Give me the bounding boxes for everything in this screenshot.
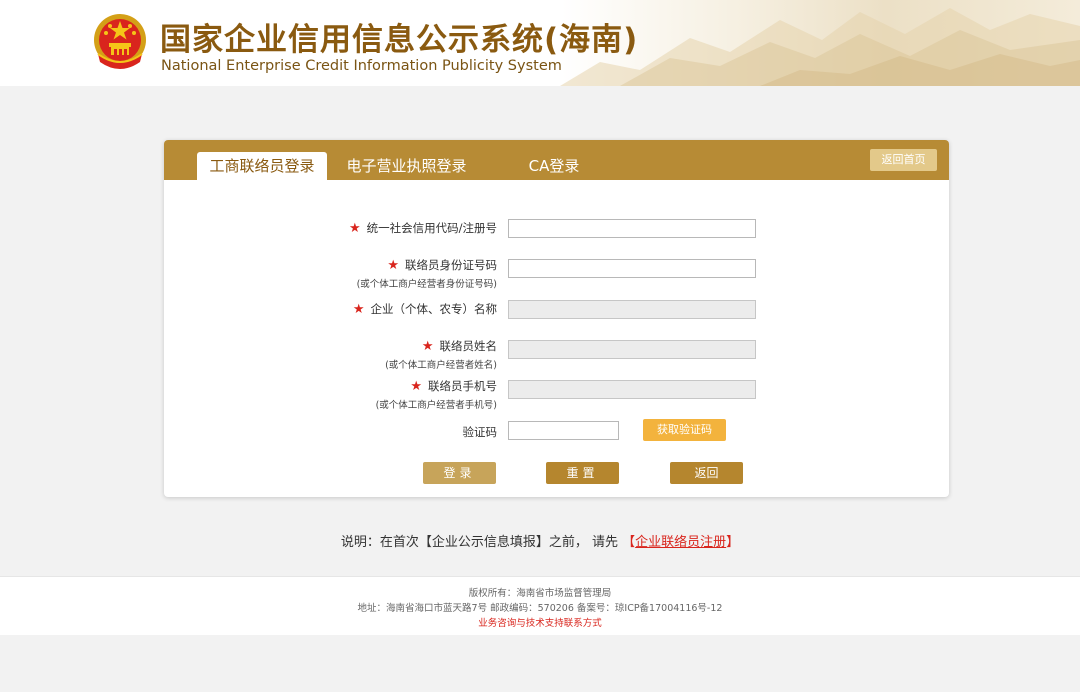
- id-number-label: ★ 联络员身份证号码 (或个体工商户经营者身份证号码): [356, 258, 497, 290]
- required-star-icon: ★: [352, 302, 365, 317]
- footer-address: 地址：海南省海口市蓝天路7号 邮政编码：570206 备案号：琼ICP备1700…: [357, 603, 723, 614]
- footer-support-link[interactable]: 业务咨询与技术支持联系方式: [0, 616, 1080, 631]
- login-panel: 工商联络员登录 电子营业执照登录 CA登录 返回首页 ★ 统一社会信用代码/注册号…: [164, 140, 949, 497]
- instruction-text: 说明：在首次【企业公示信息填报】之前， 请先: [340, 535, 618, 550]
- tab-e-license-login[interactable]: 电子营业执照登录: [344, 152, 469, 180]
- required-star-icon: ★: [421, 339, 434, 354]
- company-name-label: ★ 企业（个体、农专）名称: [352, 302, 497, 317]
- credit-code-label: ★ 统一社会信用代码/注册号: [348, 221, 497, 236]
- register-bracket-close: 】: [726, 535, 740, 550]
- liaison-phone-sublabel: (或个体工商户经营者手机号): [375, 400, 497, 411]
- reset-button[interactable]: 重置: [546, 462, 619, 484]
- liaison-name-label: ★ 联络员姓名 (或个体工商户经营者姓名): [385, 339, 497, 371]
- site-subtitle: National Enterprise Credit Information P…: [161, 58, 562, 74]
- liaison-name-sublabel: (或个体工商户经营者姓名): [385, 360, 497, 371]
- required-star-icon: ★: [387, 258, 399, 273]
- liaison-name-input: [508, 340, 756, 359]
- credit-code-input[interactable]: [508, 219, 756, 238]
- tab-ca-login[interactable]: CA登录: [520, 152, 588, 180]
- login-button[interactable]: 登录: [423, 462, 496, 484]
- header: 国家企业信用信息公示系统(海南) National Enterprise Cre…: [0, 0, 1080, 86]
- required-star-icon: ★: [410, 379, 422, 394]
- liaison-phone-input: [508, 380, 756, 399]
- footer: 版权所有：海南省市场监督管理局 地址：海南省海口市蓝天路7号 邮政编码：5702…: [0, 576, 1080, 635]
- back-button[interactable]: 返回: [670, 462, 743, 484]
- register-bracket-open: 【: [622, 535, 636, 550]
- national-emblem-icon: [94, 14, 146, 69]
- tab-liaison-login[interactable]: 工商联络员登录: [197, 152, 327, 180]
- id-number-input[interactable]: [508, 259, 756, 278]
- back-home-button[interactable]: 返回首页: [870, 149, 937, 171]
- liaison-register-link[interactable]: 企业联络员注册: [635, 535, 726, 550]
- liaison-phone-label: ★ 联络员手机号 (或个体工商户经营者手机号): [375, 379, 497, 411]
- id-number-sublabel: (或个体工商户经营者身份证号码): [356, 279, 497, 290]
- company-name-input: [508, 300, 756, 319]
- required-star-icon: ★: [348, 221, 361, 236]
- captcha-label: 验证码: [462, 425, 498, 439]
- site-title: 国家企业信用信息公示系统(海南): [160, 22, 639, 58]
- footer-copyright: 版权所有：海南省市场监督管理局: [468, 588, 612, 599]
- captcha-input[interactable]: [508, 421, 619, 440]
- get-captcha-button[interactable]: 获取验证码: [643, 419, 726, 441]
- instruction-note: 说明：在首次【企业公示信息填报】之前， 请先 【企业联络员注册】: [0, 531, 1080, 550]
- login-tab-bar: 工商联络员登录 电子营业执照登录 CA登录 返回首页: [164, 140, 949, 180]
